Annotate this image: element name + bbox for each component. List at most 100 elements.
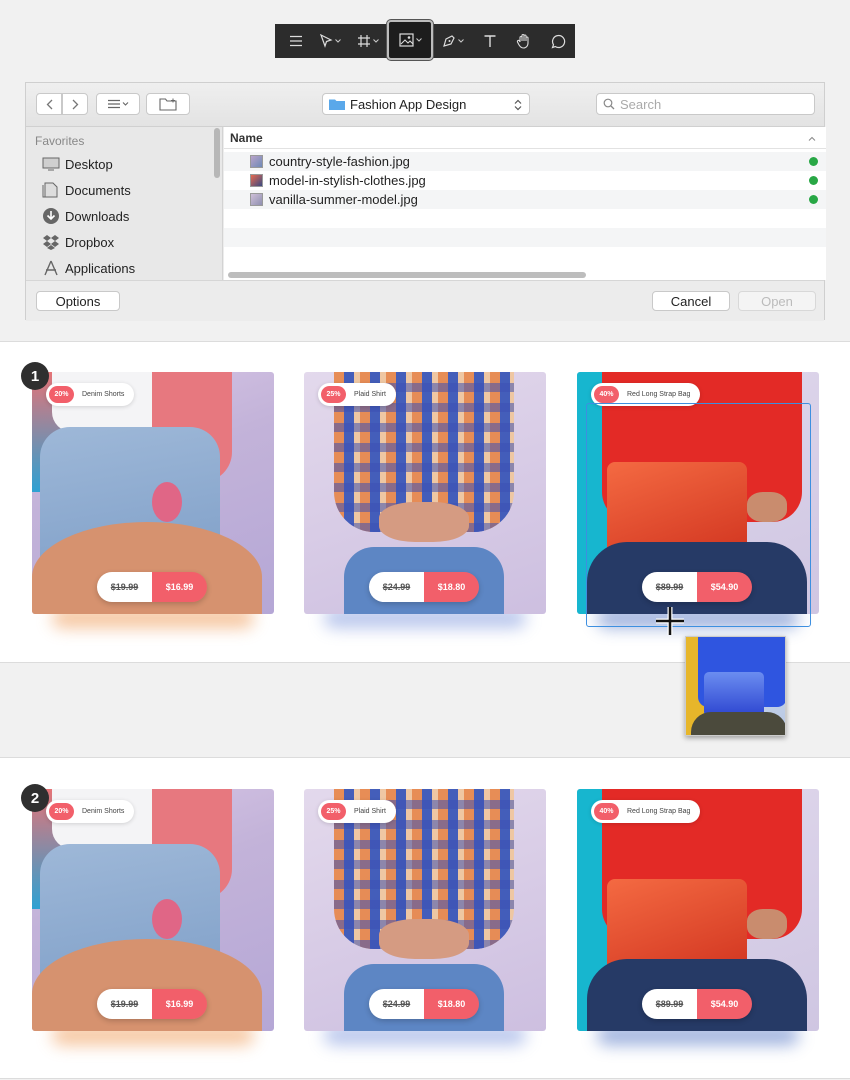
sidebar-item-label: Applications (65, 260, 136, 276)
design-toolbar (275, 20, 575, 60)
sidebar-item-documents[interactable]: Documents (42, 180, 131, 200)
chevron-left-icon (46, 99, 52, 109)
file-open-dialog: Fashion App Design Search Favorites Desk… (25, 82, 826, 321)
file-name: vanilla-summer-model.jpg (269, 192, 418, 207)
discount-badge: 20% (49, 803, 74, 820)
folder-icon (329, 99, 345, 110)
checkmark-icon (809, 176, 818, 185)
image-tool-icon[interactable] (387, 20, 433, 60)
price-pill: $19.99 $16.99 (97, 989, 207, 1019)
sidebar-item-downloads[interactable]: Downloads (42, 206, 129, 226)
dialog-footer: Options Cancel Open (26, 280, 824, 321)
sidebar-item-applications[interactable]: Applications (42, 258, 135, 278)
product-card[interactable]: 25% Plaid Shirt $24.99 $18.80 (304, 372, 546, 628)
move-tool-icon[interactable] (311, 24, 349, 58)
empty-row (224, 209, 826, 228)
product-name: Plaid Shirt (354, 808, 386, 815)
comment-tool-icon[interactable] (541, 24, 575, 58)
file-row[interactable]: country-style-fashion.jpg (224, 152, 826, 171)
discount-tag: 40% Red Long Strap Bag (591, 800, 701, 823)
horizontal-scrollbar[interactable] (228, 272, 586, 278)
product-name: Denim Shorts (82, 391, 125, 398)
discount-tag: 20% Denim Shorts (46, 383, 135, 406)
image-file-icon (250, 193, 263, 206)
image-placement-selection (586, 403, 811, 627)
file-list: Name country-style-fashion.jpg model-in-… (224, 127, 826, 280)
new-price: $18.80 (424, 572, 479, 602)
sidebar-item-label: Downloads (65, 208, 130, 224)
file-name: country-style-fashion.jpg (269, 154, 410, 169)
updown-chevron-icon (514, 99, 522, 111)
list-view-icon (108, 99, 129, 109)
checkmark-icon (809, 195, 818, 204)
discount-badge: 25% (321, 803, 346, 820)
sidebar-scrollbar[interactable] (214, 128, 220, 178)
old-price: $19.99 (97, 572, 152, 602)
sidebar-item-desktop[interactable]: Desktop (42, 154, 113, 174)
discount-badge: 40% (594, 386, 619, 403)
price-pill: $19.99 $16.99 (97, 572, 207, 602)
product-card[interactable]: 40% Red Long Strap Bag $89.99 $54.90 (577, 789, 819, 1045)
cancel-button[interactable]: Cancel (652, 291, 730, 311)
hand-tool-icon[interactable] (507, 24, 541, 58)
location-label: Fashion App Design (350, 96, 467, 112)
discount-badge: 25% (321, 386, 346, 403)
view-options-button[interactable] (96, 93, 140, 115)
search-placeholder: Search (620, 96, 662, 112)
old-price: $89.99 (642, 989, 697, 1019)
price-pill: $24.99 $18.80 (369, 989, 479, 1019)
price-pill: $24.99 $18.80 (369, 572, 479, 602)
frame-tool-icon[interactable] (349, 24, 387, 58)
documents-icon (42, 182, 58, 198)
sidebar-item-label: Desktop (65, 156, 113, 172)
search-field[interactable]: Search (596, 93, 815, 115)
new-price: $16.99 (152, 989, 207, 1019)
file-name: model-in-stylish-clothes.jpg (269, 173, 426, 188)
text-tool-icon[interactable] (473, 24, 507, 58)
options-button[interactable]: Options (36, 291, 120, 311)
product-card[interactable]: 20% Denim Shorts $19.99 $16.99 (32, 372, 274, 628)
old-price: $24.99 (369, 572, 424, 602)
new-price: $18.80 (424, 989, 479, 1019)
discount-tag: 25% Plaid Shirt (318, 383, 396, 406)
new-folder-button[interactable] (146, 93, 190, 115)
sidebar-item-dropbox[interactable]: Dropbox (42, 232, 114, 252)
back-button[interactable] (36, 93, 62, 115)
pen-tool-icon[interactable] (433, 24, 473, 58)
downloads-icon (43, 208, 59, 224)
product-name: Red Long Strap Bag (627, 391, 691, 398)
old-price: $19.99 (97, 989, 152, 1019)
dragged-image-preview (685, 636, 786, 736)
sidebar: Favorites Desktop Documents Downloads Dr… (26, 127, 223, 280)
desktop-icon (42, 157, 60, 171)
file-row[interactable]: model-in-stylish-clothes.jpg (224, 171, 826, 190)
product-card[interactable]: 25% Plaid Shirt $24.99 $18.80 (304, 789, 546, 1045)
dialog-header: Fashion App Design Search (26, 83, 824, 127)
applications-icon (44, 260, 58, 275)
new-price: $54.90 (697, 989, 752, 1019)
menu-icon[interactable] (281, 24, 311, 58)
image-file-icon (250, 155, 263, 168)
chevron-right-icon (72, 99, 78, 109)
old-price: $24.99 (369, 989, 424, 1019)
product-card[interactable]: 20% Denim Shorts $19.99 $16.99 (32, 789, 274, 1045)
discount-badge: 20% (49, 386, 74, 403)
open-button[interactable]: Open (738, 291, 816, 311)
location-select[interactable]: Fashion App Design (322, 93, 530, 115)
new-price: $16.99 (152, 572, 207, 602)
file-row[interactable]: vanilla-summer-model.jpg (224, 190, 826, 209)
search-icon (603, 98, 615, 110)
column-header-label: Name (230, 131, 263, 145)
checkmark-icon (809, 157, 818, 166)
column-header-name[interactable]: Name (224, 127, 826, 149)
empty-row (224, 228, 826, 247)
dropbox-icon (43, 235, 59, 250)
forward-button[interactable] (62, 93, 88, 115)
sidebar-item-label: Documents (65, 182, 131, 198)
step-badge: 1 (21, 362, 49, 390)
product-name: Denim Shorts (82, 808, 125, 815)
sidebar-heading: Favorites (35, 134, 85, 148)
image-file-icon (250, 174, 263, 187)
new-folder-icon (159, 97, 177, 111)
discount-tag: 20% Denim Shorts (46, 800, 135, 823)
